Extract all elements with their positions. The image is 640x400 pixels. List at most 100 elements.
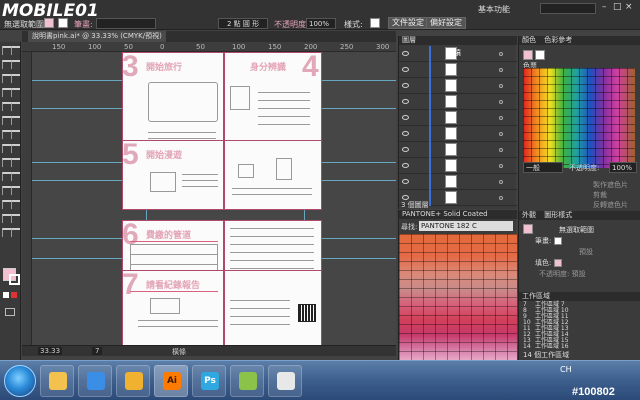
start-button[interactable] [4,365,36,397]
minimize-icon[interactable]: – [602,2,607,12]
restore-icon[interactable]: □ [613,2,622,12]
layer-row[interactable] [399,110,517,126]
target-circle-icon[interactable] [499,116,503,120]
paintbrush-icon[interactable] [2,102,11,111]
rectangle-tool-icon[interactable] [11,88,20,97]
line-tool-icon[interactable] [2,88,11,97]
doc-setup-button[interactable]: 文件設定 [388,17,428,29]
rotate-tool-icon[interactable] [2,130,11,139]
layer-row[interactable] [399,126,517,142]
layer-row[interactable] [399,142,517,158]
target-circle-icon[interactable] [499,52,503,56]
opacity-field[interactable]: 100% [306,18,336,29]
fill-item-swatch[interactable] [553,259,562,267]
brush-field[interactable]: 2 點 圓 形 [218,18,268,29]
appearance-opacity-row[interactable]: 不透明度: 預設 [519,269,640,280]
artboard-canvas[interactable]: 3 開始旅行 身分辨識 4 5 開始漫遊 6 費繳的管道 7 請看紀錄報告 [32,52,396,345]
workspace-switcher[interactable]: 基本功能 [478,4,510,15]
taskbar-app-illustrator[interactable]: Ai [154,365,188,397]
free-transform-icon[interactable] [11,144,20,153]
target-circle-icon[interactable] [499,148,503,152]
visibility-eye-icon[interactable] [402,99,409,104]
target-circle-icon[interactable] [499,84,503,88]
target-circle-icon[interactable] [499,68,503,72]
zoom-tool-icon[interactable] [11,228,20,237]
target-circle-icon[interactable] [499,164,503,168]
stroke-weight-field[interactable] [96,18,156,29]
current-fill-swatch[interactable] [523,50,533,60]
visibility-eye-icon[interactable] [402,131,409,136]
stroke-item-swatch[interactable] [553,237,562,245]
layer-row[interactable] [399,174,517,190]
preferences-button[interactable]: 偏好設定 [426,17,466,29]
blob-brush-icon[interactable] [2,116,11,125]
layer-row[interactable] [399,158,517,174]
direct-selection-tool-icon[interactable] [11,46,20,55]
type-tool-icon[interactable] [11,74,20,83]
taskbar-app-camera[interactable] [230,365,264,397]
target-circle-icon[interactable] [499,132,503,136]
visibility-eye-icon[interactable] [402,115,409,120]
visibility-eye-icon[interactable] [402,147,409,152]
none-color-icon[interactable] [11,292,17,298]
blend-tool-icon[interactable] [11,186,20,195]
swatch-grid[interactable] [523,68,635,168]
zoom-field[interactable]: 33.33 [38,347,63,355]
selection-tool-icon[interactable] [2,46,11,55]
blend-mode-select[interactable]: 一般 [523,162,563,173]
transparency-opacity-field[interactable]: 100% [609,162,637,173]
layers-tab[interactable]: 圖層 [399,36,517,45]
layer-row[interactable] [399,94,517,110]
page-field[interactable]: 7 [92,347,103,355]
search-input[interactable] [540,3,596,14]
symbol-sprayer-icon[interactable] [2,200,11,209]
make-mask-button[interactable]: 製作遮色片 [593,180,628,190]
style-swatch[interactable] [370,18,380,28]
perspective-icon[interactable] [11,158,20,167]
scale-tool-icon[interactable] [11,130,20,139]
appearance-fill-row[interactable]: 填色: [519,258,640,269]
pantone-title[interactable]: PANTONE+ Solid Coated [399,210,517,219]
tab-color[interactable]: 顏色 [522,36,536,44]
pantone-search-input[interactable]: PANTONE 182 C [419,221,513,231]
magic-wand-icon[interactable] [2,60,11,69]
screen-mode-icon[interactable] [5,308,15,316]
default-colors-icon[interactable] [3,292,9,298]
document-tab[interactable]: 說明書pink.ai* @ 33.33% (CMYK/預視) [28,31,166,42]
pencil-icon[interactable] [11,102,20,111]
hand-tool-icon[interactable] [2,228,11,237]
taskbar-app-browser[interactable] [268,365,302,397]
shape-builder-icon[interactable] [2,158,11,167]
stroke-color-icon[interactable] [9,274,20,285]
stroke-swatch[interactable] [58,18,68,28]
target-circle-icon[interactable] [499,180,503,184]
gradient-tool-icon[interactable] [11,172,20,181]
taskbar-app-photoshop[interactable]: Ps [192,365,226,397]
artboard-tool-icon[interactable] [2,214,11,223]
slice-tool-icon[interactable] [11,214,20,223]
tab-graphic-styles[interactable]: 圖形樣式 [544,211,572,219]
graph-tool-icon[interactable] [11,200,20,209]
layer-row[interactable] [399,62,517,78]
taskbar-app-folder[interactable] [116,365,150,397]
status-mode[interactable]: 橫條 [172,347,186,357]
pen-tool-icon[interactable] [2,74,11,83]
taskbar-app-media[interactable] [78,365,112,397]
artboards-panel-title[interactable]: 工作區域 [519,292,640,301]
lasso-icon[interactable] [11,60,20,69]
visibility-eye-icon[interactable] [402,163,409,168]
target-circle-icon[interactable] [499,196,503,200]
input-language[interactable]: CH [560,365,572,374]
current-stroke-swatch[interactable] [535,50,545,60]
visibility-eye-icon[interactable] [402,67,409,72]
tab-appearance[interactable]: 外觀 [522,211,536,219]
clip-checkbox[interactable]: 剪裁 [593,190,607,200]
layer-row[interactable] [399,78,517,94]
visibility-eye-icon[interactable] [402,83,409,88]
width-tool-icon[interactable] [2,144,11,153]
mesh-tool-icon[interactable] [2,172,11,181]
tab-color-guide[interactable]: 色彩參考 [544,36,572,44]
taskbar-app-explorer[interactable] [40,365,74,397]
target-circle-icon[interactable] [499,100,503,104]
fill-swatch[interactable] [44,18,54,28]
